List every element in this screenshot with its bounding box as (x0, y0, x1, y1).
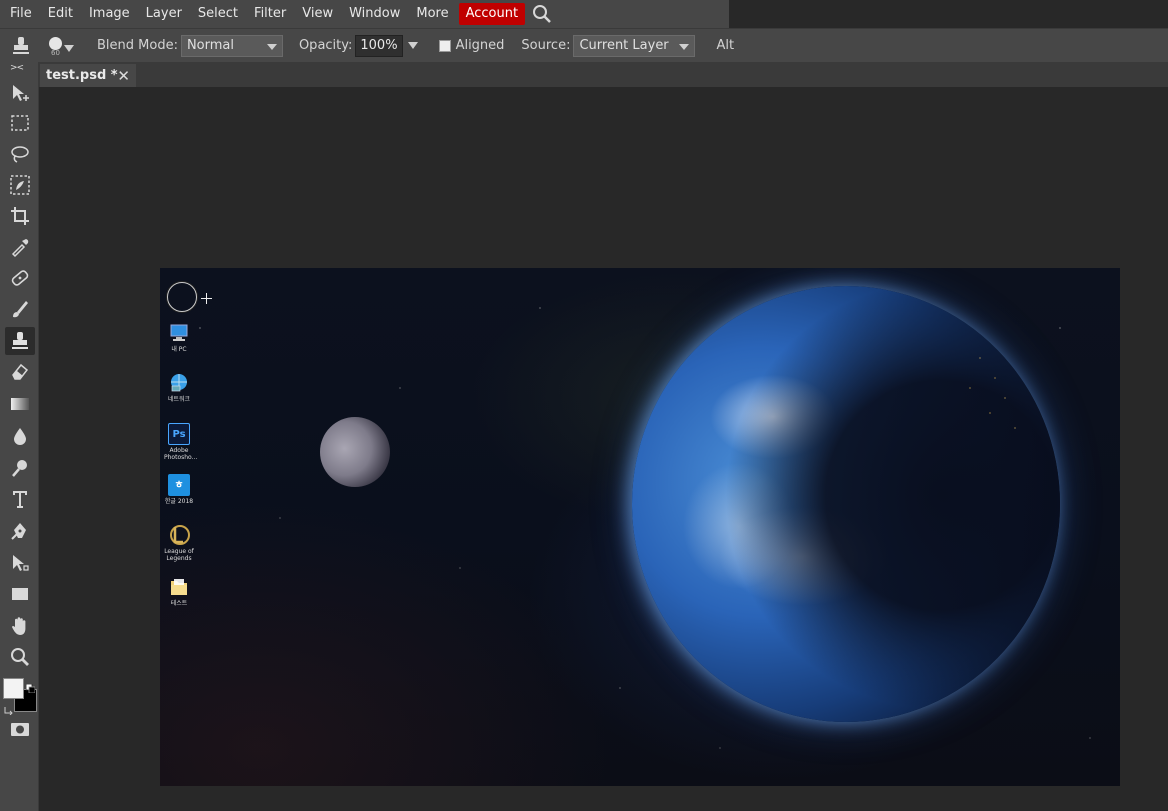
city-lights (950, 338, 1040, 448)
path-select-tool-icon[interactable] (5, 549, 35, 577)
image-canvas[interactable]: 내 PC 네트워크 Ps Adobe Photosho... ㅎ 한글 2018… (160, 268, 1120, 786)
menu-bar: File Edit Image Layer Select Filter View… (0, 0, 729, 28)
menu-view[interactable]: View (294, 3, 341, 25)
network-icon (168, 372, 190, 394)
desktop-icon-photoshop: Ps Adobe Photosho... (164, 423, 198, 461)
league-icon (168, 524, 190, 546)
hangul-icon: ㅎ (168, 474, 190, 496)
photoshop-icon: Ps (168, 423, 190, 445)
zoom-tool-icon[interactable] (5, 643, 35, 671)
desktop-icon-hangul: ㅎ 한글 2018 (164, 474, 194, 505)
menu-window[interactable]: Window (341, 3, 408, 25)
search-icon[interactable] (529, 3, 555, 25)
document-tab[interactable]: test.psd * ✕ (40, 64, 136, 87)
desktop-icon-pc: 내 PC (164, 322, 194, 353)
blend-mode-value: Normal (186, 38, 234, 53)
app-window: File Edit Image Layer Select Filter View… (0, 0, 1168, 811)
healing-tool-icon[interactable] (5, 264, 35, 292)
alt-label[interactable]: Alt (716, 38, 734, 53)
type-tool-icon[interactable] (5, 485, 35, 513)
eyedropper-tool-icon[interactable] (5, 233, 35, 261)
source-label: Source: (521, 38, 571, 53)
chevron-down-icon (679, 43, 690, 50)
clone-stamp-tool-icon[interactable] (5, 327, 35, 355)
menu-layer[interactable]: Layer (138, 3, 190, 25)
rectangle-tool-icon[interactable] (5, 580, 35, 608)
document-tab-label: test.psd * (46, 68, 118, 83)
lasso-tool-icon[interactable] (5, 140, 35, 168)
gradient-tool-icon[interactable] (5, 390, 35, 418)
hand-tool-icon[interactable] (5, 612, 35, 640)
blend-mode-select[interactable]: Normal (180, 34, 283, 57)
collapse-toolbar-button[interactable]: >< (10, 63, 24, 73)
menu-filter[interactable]: Filter (246, 3, 294, 25)
chevron-down-icon (266, 43, 277, 50)
foreground-color-swatch[interactable] (3, 678, 24, 699)
move-tool-icon[interactable] (5, 79, 35, 107)
source-value: Current Layer (579, 38, 669, 53)
opacity-dropdown-icon[interactable] (407, 42, 418, 49)
folder-icon (168, 576, 190, 598)
crosshair-cursor (201, 293, 212, 304)
quick-mask-icon[interactable] (5, 715, 35, 743)
desktop-icon-label: Adobe Photosho... (164, 447, 198, 461)
pc-icon (168, 322, 190, 344)
eraser-tool-icon[interactable] (5, 358, 35, 386)
desktop-icon-folder: 테스트 (164, 576, 194, 607)
chevron-down-icon (64, 44, 74, 52)
menu-bar-spacer (729, 0, 1168, 28)
magic-wand-tool-icon[interactable] (5, 171, 35, 199)
desktop-icon-label: 테스트 (170, 600, 188, 607)
crop-tool-icon[interactable] (5, 202, 35, 230)
close-icon[interactable]: ✕ (117, 67, 130, 85)
source-select[interactable]: Current Layer (573, 34, 696, 57)
menu-more[interactable]: More (408, 3, 456, 25)
menu-edit[interactable]: Edit (40, 3, 81, 25)
desktop-icon-network: 네트워크 (164, 372, 194, 403)
blend-mode-label: Blend Mode: (97, 38, 178, 53)
desktop-icon-label: 한글 2018 (164, 498, 194, 505)
menu-file[interactable]: File (2, 3, 40, 25)
aligned-checkbox[interactable] (438, 39, 451, 52)
desktop-icon-label: 내 PC (171, 346, 187, 353)
default-colors-icon[interactable] (25, 678, 36, 694)
brush-preset-picker[interactable]: 60 (47, 33, 77, 59)
opacity-input[interactable]: 100% (355, 34, 403, 57)
desktop-icon-league: League of Legends (164, 524, 194, 562)
tools-panel: >< (0, 62, 39, 811)
dodge-tool-icon[interactable] (5, 454, 35, 482)
options-bar: 60 Blend Mode: Normal Opacity: 100% Alig… (0, 28, 1168, 62)
menu-image[interactable]: Image (81, 3, 138, 25)
brush-size-label: 60 (51, 48, 60, 57)
pen-tool-icon[interactable] (5, 517, 35, 545)
brush-tool-icon[interactable] (5, 295, 35, 323)
aligned-label: Aligned (455, 38, 505, 53)
moon-image (320, 417, 390, 487)
marquee-tool-icon[interactable] (5, 109, 35, 137)
swap-colors-icon[interactable] (4, 700, 14, 716)
document-tab-bar: test.psd * ✕ (39, 62, 1168, 87)
desktop-icon-label: League of Legends (164, 548, 194, 562)
brush-cursor (167, 282, 197, 312)
clone-stamp-icon (11, 35, 31, 57)
opacity-label: Opacity: (298, 38, 353, 53)
account-button[interactable]: Account (458, 3, 526, 25)
desktop-icon-label: 네트워크 (167, 396, 191, 403)
menu-select[interactable]: Select (190, 3, 246, 25)
blur-tool-icon[interactable] (5, 422, 35, 450)
